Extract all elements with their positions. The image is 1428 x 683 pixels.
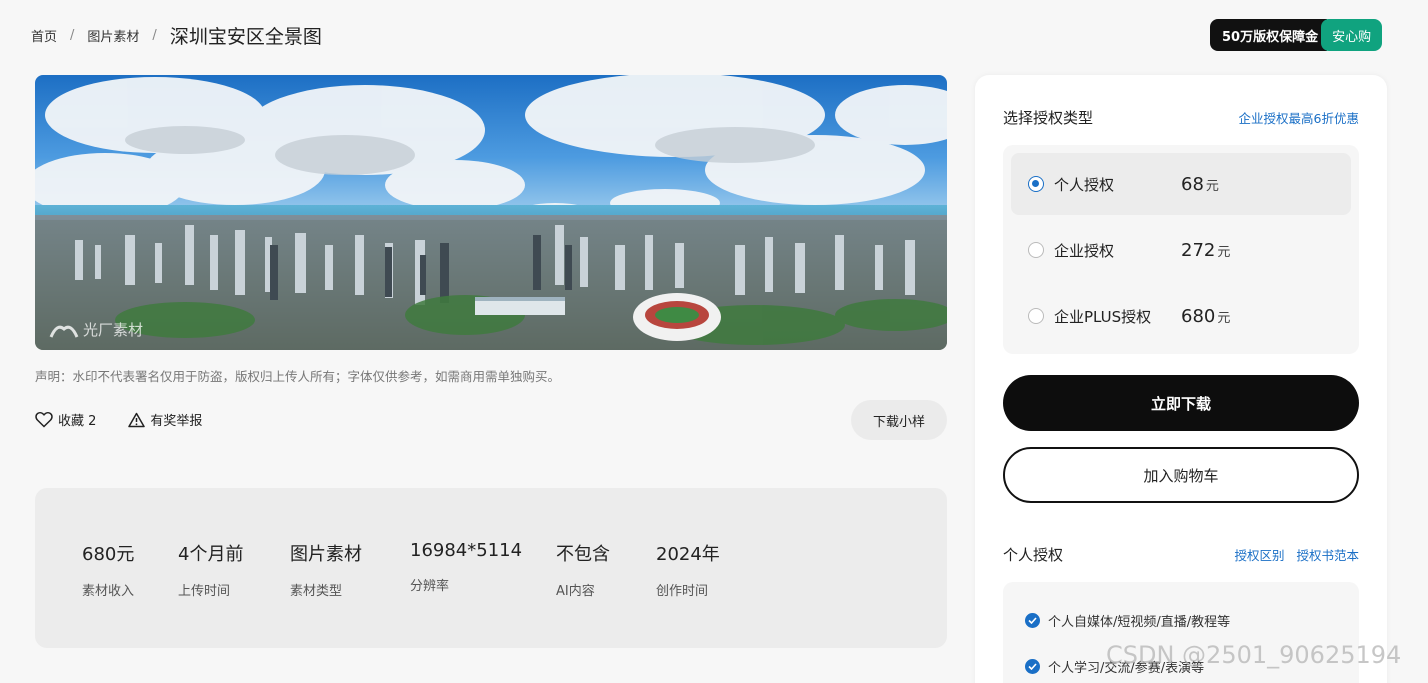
warning-icon xyxy=(128,412,146,427)
info-label: 素材收入 xyxy=(82,584,135,599)
info-income: 680元 素材收入 xyxy=(82,540,134,599)
license-type-header: 选择授权类型 企业授权最高6折优惠 xyxy=(1003,107,1359,128)
guarantee-safe-buy: 安心购 xyxy=(1321,19,1383,51)
info-label: 分辨率 xyxy=(410,579,450,594)
breadcrumb-category[interactable]: 图片素材 xyxy=(87,26,139,45)
license-scope-title: 个人授权 xyxy=(1003,546,1064,564)
panorama-illustration xyxy=(35,75,947,350)
license-options: 个人授权 68 元 企业授权 272 元 企业PLUS授权 680 元 xyxy=(1003,145,1359,354)
list-item: 个人自媒体/短视频/直播/教程等 xyxy=(1025,597,1359,643)
option-unit: 元 xyxy=(1217,244,1231,260)
info-type: 图片素材 素材类型 xyxy=(290,540,362,599)
option-price: 680 xyxy=(1181,305,1216,327)
breadcrumb-home[interactable]: 首页 xyxy=(31,26,57,45)
breadcrumb-separator: / xyxy=(152,28,157,43)
radio-selected-icon[interactable] xyxy=(1028,176,1044,192)
info-value: 680元 xyxy=(82,544,135,565)
license-item-text: 个人自媒体/短视频/直播/教程等 xyxy=(1048,614,1231,630)
info-resolution: 16984*5114 分辨率 xyxy=(410,540,522,594)
license-scope-header: 个人授权 授权区别 授权书范本 xyxy=(1003,544,1359,565)
info-value: 2024年 xyxy=(656,544,720,565)
license-option-personal[interactable]: 个人授权 68 元 xyxy=(1011,153,1351,215)
preview-image[interactable]: 光厂素材 xyxy=(35,75,947,350)
option-name: 个人授权 xyxy=(1054,175,1115,194)
option-unit: 元 xyxy=(1217,310,1231,326)
license-option-enterprise[interactable]: 企业授权 272 元 xyxy=(1011,219,1351,281)
info-label: 上传时间 xyxy=(178,584,231,599)
breadcrumb-separator: / xyxy=(70,28,75,43)
license-links: 授权区别 授权书范本 xyxy=(1234,545,1359,564)
radio-icon[interactable] xyxy=(1028,308,1044,324)
breadcrumb: 首页 / 图片素材 / 深圳宝安区全景图 xyxy=(31,22,322,49)
license-sample-link[interactable]: 授权书范本 xyxy=(1296,545,1359,564)
enterprise-promo-link[interactable]: 企业授权最高6折优惠 xyxy=(1239,108,1359,127)
image-watermark: 光厂素材 xyxy=(49,319,143,340)
license-option-enterprise-plus[interactable]: 企业PLUS授权 680 元 xyxy=(1011,285,1351,347)
license-diff-link[interactable]: 授权区别 xyxy=(1234,545,1284,564)
info-ai-content: 不包含 AI内容 xyxy=(556,540,610,599)
info-value: 16984*5114 xyxy=(410,540,523,561)
info-upload-time: 4个月前 上传时间 xyxy=(178,540,243,599)
license-panel: 选择授权类型 企业授权最高6折优惠 个人授权 68 元 企业授权 272 元 企… xyxy=(975,75,1387,683)
download-sample-button[interactable]: 下载小样 xyxy=(851,400,947,440)
option-name: 企业授权 xyxy=(1054,241,1115,260)
info-label: 创作时间 xyxy=(656,584,709,599)
add-to-cart-button[interactable]: 加入购物车 xyxy=(1003,447,1359,503)
info-created: 2024年 创作时间 xyxy=(656,540,720,599)
guarantee-badge[interactable]: 50万版权保障金 安心购 xyxy=(1210,19,1383,51)
asset-info-card: 680元 素材收入 4个月前 上传时间 图片素材 素材类型 16984*5114… xyxy=(35,488,947,648)
info-label: 素材类型 xyxy=(290,584,343,599)
download-now-button[interactable]: 立即下载 xyxy=(1003,375,1359,431)
report-button[interactable]: 有奖举报 xyxy=(128,410,202,429)
watermark-text: 光厂素材 xyxy=(83,321,144,339)
option-name: 企业PLUS授权 xyxy=(1054,307,1152,326)
check-circle-icon xyxy=(1025,612,1040,628)
report-label: 有奖举报 xyxy=(150,414,203,429)
check-circle-icon xyxy=(1025,658,1040,674)
info-value: 不包含 xyxy=(556,544,610,565)
radio-icon[interactable] xyxy=(1028,242,1044,258)
info-label: AI内容 xyxy=(556,584,595,599)
action-bar: 收藏 2 有奖举报 xyxy=(35,410,202,429)
option-price: 68 xyxy=(1181,173,1204,195)
favorite-label: 收藏 2 xyxy=(58,414,97,429)
disclaimer: 声明：水印不代表署名仅用于防盗，版权归上传人所有；字体仅供参考，如需商用需单独购… xyxy=(35,369,561,384)
guarantee-amount: 50万版权保障金 xyxy=(1210,19,1328,51)
favorite-button[interactable]: 收藏 2 xyxy=(35,410,96,429)
info-value: 4个月前 xyxy=(178,544,244,565)
watermark-logo-icon xyxy=(49,325,79,338)
page-title: 深圳宝安区全景图 xyxy=(169,26,322,48)
option-unit: 元 xyxy=(1205,178,1219,194)
heart-icon xyxy=(35,411,53,428)
site-watermark: CSDN @2501_90625194 xyxy=(1106,641,1402,669)
info-value: 图片素材 xyxy=(290,544,362,565)
license-type-title: 选择授权类型 xyxy=(1003,109,1094,127)
option-price: 272 xyxy=(1181,239,1216,261)
